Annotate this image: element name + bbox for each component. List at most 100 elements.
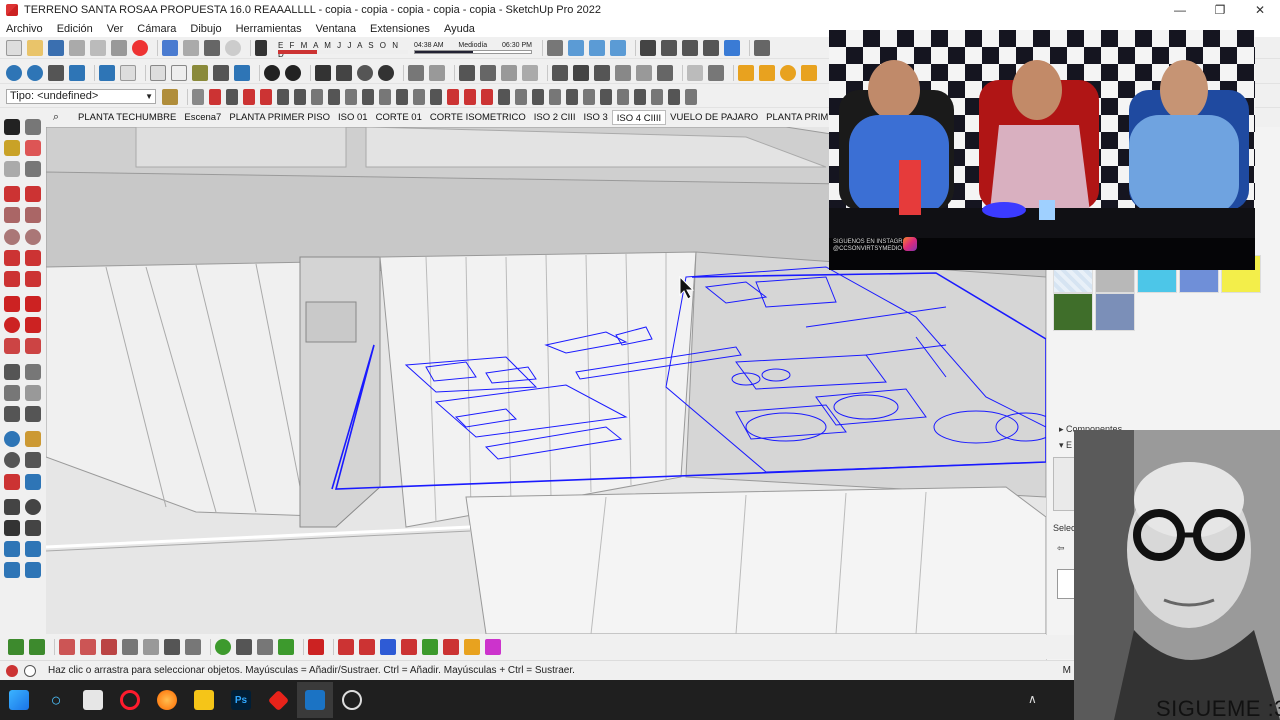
curve-tool-1-icon[interactable]: [192, 88, 204, 105]
stamp-icon[interactable]: [636, 64, 652, 81]
camera-icon[interactable]: [640, 39, 656, 56]
pencil-icon[interactable]: [25, 160, 41, 177]
opera-button[interactable]: [112, 682, 148, 718]
monochrome-icon[interactable]: [234, 64, 250, 81]
lasso-icon[interactable]: [25, 118, 41, 135]
copy-icon[interactable]: [90, 39, 106, 56]
section-display-icon[interactable]: [589, 39, 605, 56]
scale-icon[interactable]: [4, 338, 20, 355]
rotated-rectangle-icon[interactable]: [25, 207, 41, 224]
curve-tool-9-icon[interactable]: [328, 88, 340, 105]
settings-icon[interactable]: [738, 64, 754, 81]
shaded-icon[interactable]: [192, 64, 208, 81]
sandbox-tool-3-icon[interactable]: [4, 562, 20, 579]
axis-1-icon[interactable]: [338, 639, 354, 655]
curve-tool-10-icon[interactable]: [345, 88, 357, 105]
shadow-time-slider[interactable]: 04:38 AM Mediodía 06:30 PM: [414, 41, 532, 54]
curve-tool-11-icon[interactable]: [362, 88, 374, 105]
box-icon[interactable]: [573, 64, 589, 81]
close-button[interactable]: ✕: [1240, 0, 1280, 20]
rotate-icon[interactable]: [4, 317, 20, 334]
zoom-window-icon[interactable]: [25, 452, 41, 469]
position-camera-icon[interactable]: [4, 498, 20, 515]
component-5-icon[interactable]: [143, 639, 159, 655]
select-arrow-icon[interactable]: [4, 118, 20, 135]
scene-tab-vuelo-de-pajaro[interactable]: VUELO DE PAJARO: [666, 110, 762, 125]
rotate-view-icon[interactable]: [357, 64, 373, 81]
triangle-icon[interactable]: [801, 64, 817, 81]
zoom-extents-tool-icon[interactable]: [4, 473, 20, 490]
house-icon[interactable]: [315, 64, 331, 81]
back-arrow-icon[interactable]: ⇦: [1057, 543, 1065, 554]
axis-2-icon[interactable]: [359, 639, 375, 655]
obs-button[interactable]: [334, 682, 370, 718]
eraser-icon[interactable]: [25, 139, 41, 156]
look-around-icon[interactable]: [25, 498, 41, 515]
funnel-icon[interactable]: [759, 64, 775, 81]
firefox-button[interactable]: [149, 682, 185, 718]
scene-tab-iso-3[interactable]: ISO 3: [580, 110, 612, 125]
undo-icon[interactable]: [162, 39, 178, 56]
frame-icon[interactable]: [459, 64, 475, 81]
axis-8-icon[interactable]: [485, 639, 501, 655]
curve-tool-25-icon[interactable]: [600, 88, 612, 105]
iso-view-icon[interactable]: [99, 64, 115, 81]
curve-tool-6-icon[interactable]: [277, 88, 289, 105]
walk-tool-icon[interactable]: [4, 519, 20, 536]
circle-icon[interactable]: [4, 228, 20, 245]
protractor-icon[interactable]: [4, 384, 20, 401]
frame-3-icon[interactable]: [501, 64, 517, 81]
search-taskbar-button[interactable]: ○: [38, 682, 74, 718]
curve-tool-16-icon[interactable]: [447, 88, 459, 105]
top-view-icon[interactable]: [120, 64, 136, 81]
search-icon[interactable]: ⌕: [46, 111, 66, 124]
geolocation-icon[interactable]: [6, 664, 18, 677]
arc-icon[interactable]: [4, 249, 20, 266]
textured-icon[interactable]: [213, 64, 229, 81]
menu-dibujo[interactable]: Dibujo: [190, 23, 221, 35]
frame-2-icon[interactable]: [480, 64, 496, 81]
curve-tool-28-icon[interactable]: [651, 88, 663, 105]
pie-icon[interactable]: [25, 270, 41, 287]
type-selector[interactable]: Tipo: <undefined> ▼: [6, 89, 156, 104]
curve-tool-21-icon[interactable]: [532, 88, 544, 105]
offset-icon[interactable]: [25, 338, 41, 355]
axis-4-icon[interactable]: [401, 639, 417, 655]
menu-ver[interactable]: Ver: [107, 23, 124, 35]
plant-2-icon[interactable]: [236, 639, 252, 655]
curve-tool-8-icon[interactable]: [311, 88, 323, 105]
walk-icon[interactable]: [69, 64, 85, 81]
task-view-button[interactable]: [75, 682, 111, 718]
menu-extensiones[interactable]: Extensiones: [370, 23, 430, 35]
3-point-arc-icon[interactable]: [4, 270, 20, 287]
2-point-arc-icon[interactable]: [25, 249, 41, 266]
curve-tool-30-icon[interactable]: [685, 88, 697, 105]
layer-2-icon[interactable]: [29, 639, 45, 655]
photoshop-button[interactable]: Ps: [223, 682, 259, 718]
move-icon[interactable]: [4, 296, 20, 313]
curve-tool-29-icon[interactable]: [668, 88, 680, 105]
freehand-icon[interactable]: [25, 186, 41, 203]
pan-icon[interactable]: [48, 64, 64, 81]
component-7-icon[interactable]: [185, 639, 201, 655]
info-icon[interactable]: [24, 664, 36, 677]
style-icon-b[interactable]: [285, 64, 301, 81]
minimize-button[interactable]: —: [1160, 0, 1200, 20]
axis-5-icon[interactable]: [422, 639, 438, 655]
extension-manager-icon[interactable]: [724, 39, 740, 56]
section-plane-icon[interactable]: [568, 39, 584, 56]
warehouse-icon[interactable]: [661, 39, 677, 56]
menu-camara[interactable]: Cámara: [137, 23, 176, 35]
collapsed-panel-header[interactable]: ▾ E: [1059, 440, 1072, 451]
move-arrows-icon[interactable]: [547, 39, 563, 56]
sandbox-tool-4-icon[interactable]: [25, 562, 41, 579]
layout-icon[interactable]: [754, 39, 770, 56]
curve-tool-2-icon[interactable]: [209, 88, 221, 105]
curve-tool-3-icon[interactable]: [226, 88, 238, 105]
rectangle-icon[interactable]: [4, 207, 20, 224]
component-3-icon[interactable]: [101, 639, 117, 655]
solid-union-icon[interactable]: [687, 64, 703, 81]
polygon-icon[interactable]: [25, 228, 41, 245]
circle-tool-icon[interactable]: [780, 64, 796, 81]
wireframe-icon[interactable]: [171, 64, 187, 81]
